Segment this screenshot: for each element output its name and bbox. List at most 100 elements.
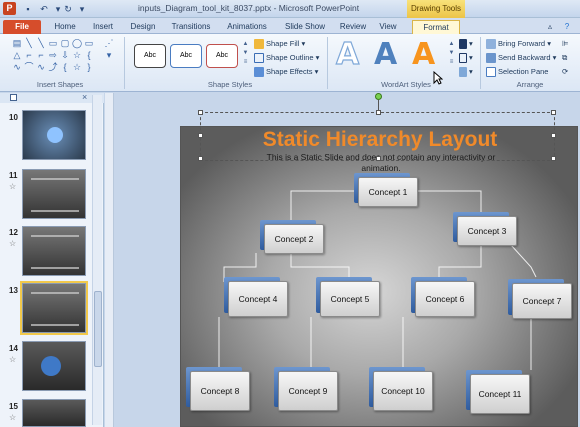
bring-forward-button[interactable]: Bring Forward ▾	[486, 38, 551, 50]
close-pane-icon[interactable]: ×	[82, 92, 87, 102]
resize-handle[interactable]	[376, 110, 381, 115]
tab-home[interactable]: Home	[48, 20, 82, 34]
slide-thumbnail-pane: × 10 11 ☆ 12 ☆ 13 14 ☆ 15 ☆	[0, 92, 104, 427]
curve-shape-icon[interactable]: ∿	[12, 62, 22, 72]
wordart-style-2[interactable]: A	[374, 38, 397, 72]
tab-design[interactable]: Design	[124, 20, 162, 34]
tab-slide-show[interactable]: Slide Show	[280, 20, 330, 34]
tab-format[interactable]: Format	[412, 20, 460, 34]
resize-handle[interactable]	[551, 110, 556, 115]
arrange-label: Arrange	[516, 80, 544, 89]
align-button[interactable]: ⊫	[562, 38, 569, 50]
effects-icon	[254, 67, 264, 78]
undo-icon[interactable]: ↶	[38, 3, 50, 15]
tab-view[interactable]: View	[374, 20, 402, 34]
triangle-shape-icon[interactable]: △	[12, 50, 22, 60]
thumbnail-number: 10	[9, 113, 18, 122]
customize-qat-icon[interactable]: ▾	[76, 3, 88, 15]
resize-handle[interactable]	[198, 110, 203, 115]
ribbon-separator	[480, 37, 481, 89]
ribbon: ▤ ╲ ╲ ▭ ▢ ◯ ▭ △ ⌐ ⌐ ⇨ ⇩ ☆ { ∿ ⌒ ∿ ⤴ { ☆ …	[0, 34, 580, 92]
tab-transitions[interactable]: Transitions	[166, 20, 216, 34]
shape-outline-button[interactable]: Shape Outline ▾	[254, 52, 319, 64]
resize-handle[interactable]	[198, 156, 203, 161]
edit-shape-icon[interactable]: ⋰	[104, 38, 114, 48]
oval-shape-icon[interactable]: ◯	[72, 38, 82, 48]
wordart-styles-scroll[interactable]: ▲ ▼ ≡	[447, 40, 456, 67]
title-bar: P ▪ ↶ ▾ ↻ ▾ inputs_Diagram_tool_kit_8037…	[0, 0, 580, 18]
rounded-rect-shape-icon[interactable]: ▢	[60, 38, 70, 48]
help-icon[interactable]: ?	[560, 20, 574, 34]
wordart-style-1[interactable]: A	[335, 37, 359, 72]
redo-icon[interactable]: ↻	[62, 3, 74, 15]
thumbnail-graphic	[31, 178, 79, 212]
resize-handle[interactable]	[551, 133, 556, 138]
resize-handle[interactable]	[198, 133, 203, 138]
shape-styles-scroll[interactable]: ▲ ▼ ≡	[241, 40, 250, 67]
slide-thumbnail[interactable]	[22, 341, 86, 391]
down-arrow-shape-icon[interactable]: ⇩	[60, 50, 70, 60]
thumbnail-graphic	[47, 127, 63, 143]
slide-canvas[interactable]: Static Hierarchy Layout This is a Static…	[180, 126, 578, 427]
wordart-style-3[interactable]: A	[412, 38, 435, 72]
rectangle-shape-icon[interactable]: ▭	[48, 38, 58, 48]
elbow-connector-icon[interactable]: ⌐	[24, 50, 34, 60]
thumbnail-graphic	[31, 292, 79, 326]
send-backward-button[interactable]: Send Backward ▾	[486, 52, 556, 64]
slide-thumbnail[interactable]	[22, 110, 86, 160]
curved-arrow-shape-icon[interactable]: ⤴	[48, 62, 58, 72]
slide-thumbnail[interactable]	[22, 169, 86, 219]
star-outline-shape-icon[interactable]: ☆	[72, 62, 82, 72]
tab-animations[interactable]: Animations	[222, 20, 272, 34]
powerpoint-app-icon[interactable]: P	[3, 2, 16, 15]
tab-file[interactable]: File	[3, 20, 41, 34]
freeform-shape-icon[interactable]: ∿	[36, 62, 46, 72]
text-outline-button[interactable]: ▾	[459, 52, 473, 64]
title-placeholder-selection[interactable]	[198, 110, 556, 161]
slide-thumbnail[interactable]	[22, 226, 86, 276]
connector-line	[510, 244, 537, 278]
resize-handle[interactable]	[376, 156, 381, 161]
shape-fill-button[interactable]: Shape Fill ▾	[254, 38, 305, 50]
textbox-icon[interactable]: ▤	[12, 38, 22, 48]
group-button[interactable]: ⧉	[562, 52, 567, 64]
pencil-icon	[254, 53, 264, 64]
selection-pane-button[interactable]: Selection Pane	[486, 66, 548, 78]
slide-thumbnail[interactable]	[22, 399, 86, 427]
connector-line	[290, 190, 356, 220]
text-outline-icon	[459, 53, 467, 64]
ribbon-separator	[124, 37, 125, 89]
shape-style-preset-2[interactable]: Abc	[170, 44, 202, 68]
right-arrow-shape-icon[interactable]: ⇨	[48, 50, 58, 60]
line-shape-icon[interactable]: ╲	[24, 38, 34, 48]
thumbnail-scrollbar[interactable]	[92, 95, 102, 425]
scrollbar-thumb[interactable]	[94, 291, 102, 367]
elbow-arrow-icon[interactable]: ⌐	[36, 50, 46, 60]
slide-thumbnail-selected[interactable]	[20, 281, 88, 335]
rect-shape-icon[interactable]: ▭	[84, 38, 94, 48]
brace-right-shape-icon[interactable]: }	[84, 62, 94, 72]
text-fill-icon	[459, 39, 467, 50]
save-icon[interactable]: ▪	[22, 3, 34, 15]
minimize-ribbon-icon[interactable]: ▵	[544, 20, 556, 34]
shapes-more-icon[interactable]: ▾	[104, 50, 114, 60]
thumbnail-graphic	[31, 235, 79, 269]
text-fill-button[interactable]: ▾	[459, 38, 473, 50]
text-effects-button[interactable]: ▾	[459, 66, 473, 78]
resize-handle[interactable]	[551, 156, 556, 161]
slides-tab-icon[interactable]	[10, 94, 17, 101]
bracket-shape-icon[interactable]: {	[84, 50, 94, 60]
shape-effects-button[interactable]: Shape Effects ▾	[254, 66, 318, 78]
tab-insert[interactable]: Insert	[86, 20, 120, 34]
brace-shape-icon[interactable]: {	[60, 62, 70, 72]
rotate-button[interactable]: ⟳	[562, 66, 568, 78]
thumbnail-number: 11	[9, 171, 18, 180]
shape-style-preset-1[interactable]: Abc	[134, 44, 166, 68]
tab-review[interactable]: Review	[336, 20, 370, 34]
star-shape-icon[interactable]: ☆	[72, 50, 82, 60]
rotation-handle[interactable]	[375, 93, 382, 100]
arc-shape-icon[interactable]: ⌒	[24, 62, 34, 72]
diagonal-line-icon[interactable]: ╲	[36, 38, 46, 48]
animation-star-icon: ☆	[9, 182, 17, 191]
shape-style-preset-3[interactable]: Abc	[206, 44, 238, 68]
